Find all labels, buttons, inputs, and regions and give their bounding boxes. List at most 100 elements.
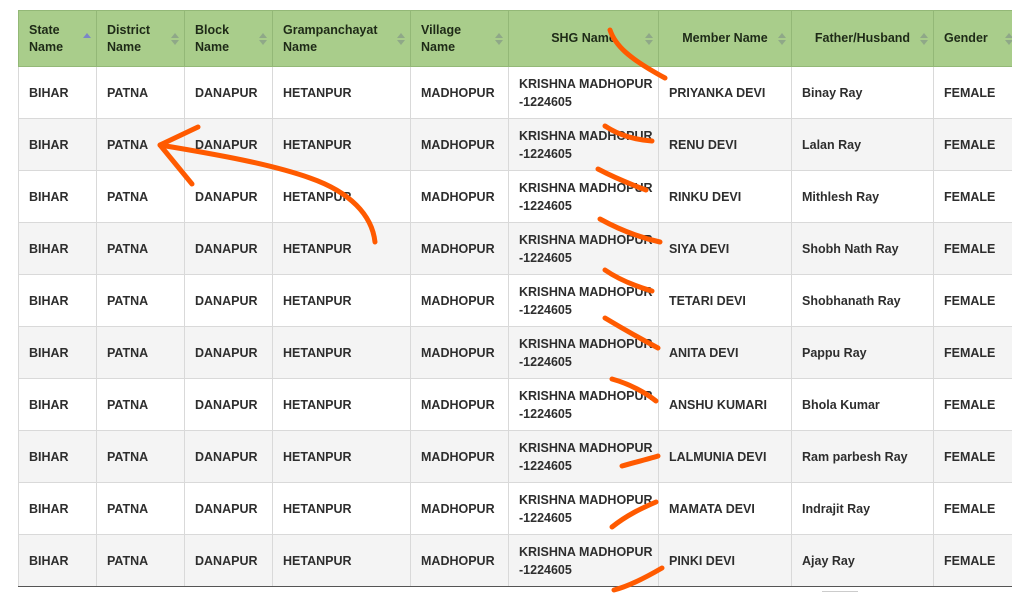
cell-grampanchayat: HETANPUR: [272, 378, 411, 431]
cell-village: MADHOPUR: [410, 378, 509, 431]
table-row[interactable]: BIHAR PATNA DANAPUR HETANPUR MADHOPUR KRISHNA…: [18, 118, 1019, 171]
cell-gender: FEMALE: [933, 326, 1019, 379]
cell-gender: FEMALE: [933, 66, 1019, 119]
cell-village: MADHOPUR: [410, 430, 509, 483]
shg-name-line-1: KRISHNA MADHOPUR: [519, 232, 653, 247]
cell-gender: FEMALE: [933, 430, 1019, 483]
shg-name-line-2: -1224605: [519, 198, 572, 213]
col-header-gender[interactable]: Gender: [933, 10, 1019, 67]
cell-father-husband: Binay Ray: [791, 66, 934, 119]
cell-block: DANAPUR: [184, 534, 273, 587]
sort-arrows-icon[interactable]: [171, 32, 179, 45]
cell-father-husband: Pappu Ray: [791, 326, 934, 379]
shg-name-line-1: KRISHNA MADHOPUR: [519, 284, 653, 299]
col-header-father-husband[interactable]: Father/Husband: [791, 10, 934, 67]
cell-district: PATNA: [96, 326, 185, 379]
col-header-father-husband-label: Father/Husband: [814, 31, 911, 45]
cell-father-husband: Lalan Ray: [791, 118, 934, 171]
cell-gender: FEMALE: [933, 378, 1019, 431]
cell-shg-name: KRISHNA MADHOPUR -1224605: [508, 118, 659, 171]
col-header-village[interactable]: Village Name: [410, 10, 509, 67]
cell-father-husband: Indrajit Ray: [791, 482, 934, 535]
shg-name-line-2: -1224605: [519, 510, 572, 525]
cell-block: DANAPUR: [184, 378, 273, 431]
cell-village: MADHOPUR: [410, 118, 509, 171]
cell-member-name: RINKU DEVI: [658, 170, 792, 223]
shg-name-line-2: -1224605: [519, 302, 572, 317]
table-row[interactable]: BIHAR PATNA DANAPUR HETANPUR MADHOPUR KRISHNA…: [18, 534, 1019, 587]
sort-arrows-icon[interactable]: [920, 32, 928, 45]
cell-grampanchayat: HETANPUR: [272, 326, 411, 379]
shg-name-line-2: -1224605: [519, 250, 572, 265]
table-row[interactable]: BIHAR PATNA DANAPUR HETANPUR MADHOPUR KRISHNA…: [18, 326, 1019, 379]
table-row[interactable]: BIHAR PATNA DANAPUR HETANPUR MADHOPUR KRISHNA…: [18, 482, 1019, 535]
shg-name-line-2: -1224605: [519, 354, 572, 369]
cell-grampanchayat: HETANPUR: [272, 430, 411, 483]
cell-shg-name: KRISHNA MADHOPUR -1224605: [508, 170, 659, 223]
cell-father-husband: Mithlesh Ray: [791, 170, 934, 223]
sort-arrows-icon[interactable]: [778, 32, 786, 45]
shg-name-line-1: KRISHNA MADHOPUR: [519, 544, 653, 559]
cell-gender: FEMALE: [933, 274, 1019, 327]
shg-name-line-1: KRISHNA MADHOPUR: [519, 492, 653, 507]
shg-member-table: State Name District Name Block Name Gram…: [18, 10, 1019, 587]
cell-block: DANAPUR: [184, 170, 273, 223]
cell-block: DANAPUR: [184, 274, 273, 327]
shg-name-line-1: KRISHNA MADHOPUR: [519, 440, 653, 455]
sort-arrows-icon[interactable]: [397, 32, 405, 45]
cell-state: BIHAR: [18, 534, 97, 587]
cell-member-name: ANSHU KUMARI: [658, 378, 792, 431]
cell-district: PATNA: [96, 482, 185, 535]
cell-grampanchayat: HETANPUR: [272, 66, 411, 119]
cell-member-name: RENU DEVI: [658, 118, 792, 171]
cell-grampanchayat: HETANPUR: [272, 534, 411, 587]
col-header-district[interactable]: District Name: [96, 10, 185, 67]
shg-name-line-1: KRISHNA MADHOPUR: [519, 128, 653, 143]
cell-grampanchayat: HETANPUR: [272, 274, 411, 327]
cell-village: MADHOPUR: [410, 482, 509, 535]
cell-district: PATNA: [96, 534, 185, 587]
cell-district: PATNA: [96, 430, 185, 483]
sort-arrows-icon[interactable]: [495, 32, 503, 45]
col-header-block[interactable]: Block Name: [184, 10, 273, 67]
sort-asc-icon[interactable]: [83, 32, 91, 45]
col-header-member-name[interactable]: Member Name: [658, 10, 792, 67]
shg-name-line-2: -1224605: [519, 406, 572, 421]
cell-shg-name: KRISHNA MADHOPUR -1224605: [508, 326, 659, 379]
cell-grampanchayat: HETANPUR: [272, 222, 411, 275]
table-row[interactable]: BIHAR PATNA DANAPUR HETANPUR MADHOPUR KRISHNA…: [18, 378, 1019, 431]
table-row[interactable]: BIHAR PATNA DANAPUR HETANPUR MADHOPUR KRISHNA…: [18, 222, 1019, 275]
cell-member-name: MAMATA DEVI: [658, 482, 792, 535]
cell-gender: FEMALE: [933, 118, 1019, 171]
sort-arrows-icon[interactable]: [259, 32, 267, 45]
cell-gender: FEMALE: [933, 222, 1019, 275]
cell-block: DANAPUR: [184, 222, 273, 275]
col-header-shg-name[interactable]: SHG Name: [508, 10, 659, 67]
col-header-grampanchayat[interactable]: Grampanchayat Name: [272, 10, 411, 67]
cell-state: BIHAR: [18, 170, 97, 223]
cell-block: DANAPUR: [184, 118, 273, 171]
cell-shg-name: KRISHNA MADHOPUR -1224605: [508, 430, 659, 483]
shg-name-line-1: KRISHNA MADHOPUR: [519, 336, 653, 351]
sort-arrows-icon[interactable]: [645, 32, 653, 45]
cell-district: PATNA: [96, 274, 185, 327]
col-header-shg-name-label: SHG Name: [551, 31, 616, 45]
pagination-fragment: [822, 591, 858, 596]
table-row[interactable]: BIHAR PATNA DANAPUR HETANPUR MADHOPUR KRISHNA…: [18, 66, 1019, 119]
cell-father-husband: Shobhanath Ray: [791, 274, 934, 327]
cell-grampanchayat: HETANPUR: [272, 482, 411, 535]
cell-village: MADHOPUR: [410, 274, 509, 327]
cell-state: BIHAR: [18, 430, 97, 483]
cell-father-husband: Bhola Kumar: [791, 378, 934, 431]
cell-father-husband: Ajay Ray: [791, 534, 934, 587]
table-row[interactable]: BIHAR PATNA DANAPUR HETANPUR MADHOPUR KRISHNA…: [18, 430, 1019, 483]
col-header-state[interactable]: State Name: [18, 10, 97, 67]
table-row[interactable]: BIHAR PATNA DANAPUR HETANPUR MADHOPUR KRISHNA…: [18, 274, 1019, 327]
table-row[interactable]: BIHAR PATNA DANAPUR HETANPUR MADHOPUR KRISHNA…: [18, 170, 1019, 223]
shg-name-line-2: -1224605: [519, 146, 572, 161]
cell-member-name: PRIYANKA DEVI: [658, 66, 792, 119]
cell-state: BIHAR: [18, 222, 97, 275]
cell-district: PATNA: [96, 378, 185, 431]
table-clip-edge: [1012, 0, 1020, 595]
cell-state: BIHAR: [18, 118, 97, 171]
